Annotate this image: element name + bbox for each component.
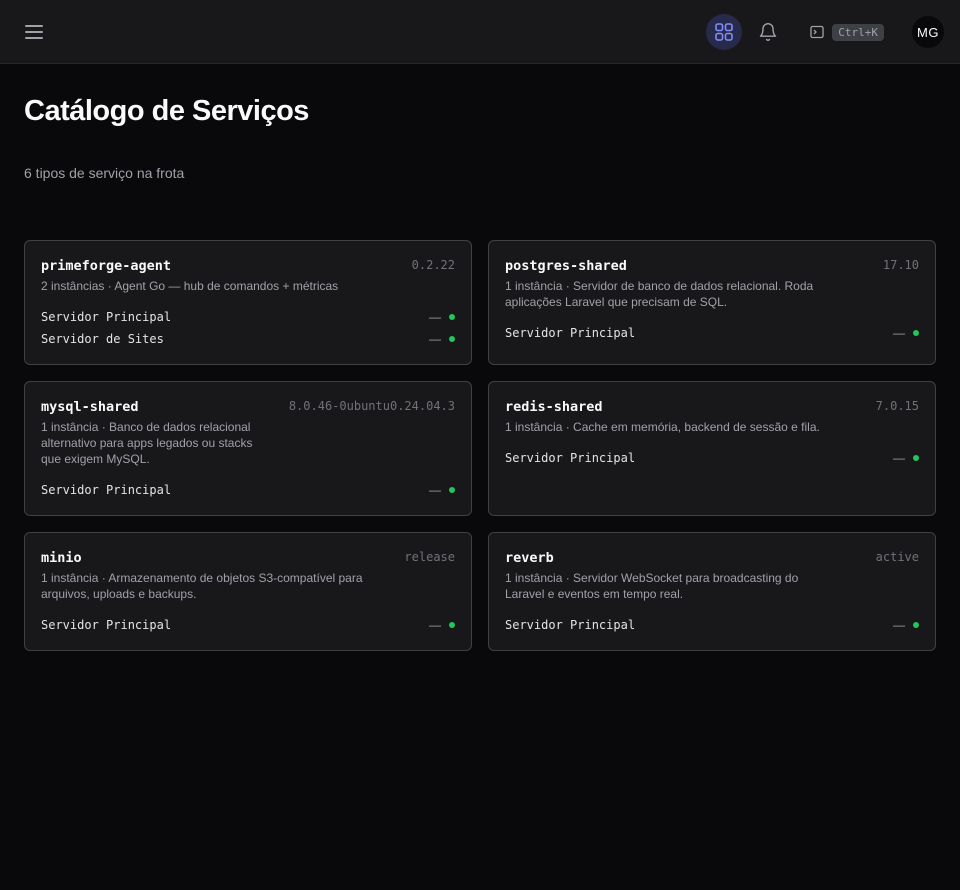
- server-name: Servidor Principal: [41, 483, 172, 497]
- services-grid: primeforge-agent 0.2.22 2 instâncias · A…: [24, 240, 936, 651]
- service-name: redis-shared: [505, 399, 603, 415]
- page-subtitle: 6 tipos de serviço na frota: [24, 165, 185, 181]
- service-name: reverb: [505, 550, 554, 566]
- server-status-text: —: [429, 332, 441, 346]
- apps-grid-button[interactable]: [706, 14, 743, 50]
- page-title: Catálogo de Serviços: [24, 95, 309, 127]
- service-name: postgres-shared: [505, 258, 627, 274]
- server-row: Servidor Principal —: [505, 322, 919, 344]
- server-row: Servidor Principal —: [41, 614, 455, 636]
- grid-icon: [715, 23, 734, 41]
- menu-icon[interactable]: [22, 20, 46, 44]
- server-row: Servidor de Sites —: [41, 328, 455, 350]
- service-description: 2 instâncias · Agent Go — hub de comando…: [41, 279, 339, 293]
- server-name: Servidor Principal: [41, 618, 172, 632]
- top-actions: Ctrl+K MG: [706, 14, 944, 50]
- server-status-text: —: [893, 451, 905, 465]
- server-status-text: —: [893, 618, 905, 632]
- service-description: 1 instância · Armazenamento de objetos S…: [41, 571, 363, 601]
- service-version: release: [404, 550, 455, 564]
- service-name: mysql-shared: [41, 399, 139, 415]
- status-dot-icon: [913, 330, 919, 336]
- service-card[interactable]: reverb active 1 instância · Servidor Web…: [488, 532, 936, 651]
- status-dot-icon: [449, 622, 455, 628]
- server-list: Servidor Principal —: [41, 614, 455, 636]
- user-avatar[interactable]: MG: [912, 16, 944, 48]
- service-name: minio: [41, 550, 82, 566]
- service-card[interactable]: primeforge-agent 0.2.22 2 instâncias · A…: [24, 240, 472, 365]
- notifications-button[interactable]: [750, 14, 786, 50]
- service-description: 1 instância · Cache em memória, backend …: [505, 420, 820, 434]
- service-card[interactable]: mysql-shared 8.0.46-0ubuntu0.24.04.3 1 i…: [24, 381, 472, 516]
- server-list: Servidor Principal — Servidor de Sites —: [41, 306, 455, 350]
- status-dot-icon: [913, 622, 919, 628]
- service-version: 8.0.46-0ubuntu0.24.04.3: [288, 399, 455, 413]
- server-list: Servidor Principal —: [505, 614, 919, 636]
- server-status: —: [429, 618, 455, 632]
- shortcut-kbd: Ctrl+K: [832, 23, 884, 41]
- terminal-icon: [810, 25, 824, 39]
- server-list: Servidor Principal —: [505, 322, 919, 344]
- service-description: 1 instância · Servidor WebSocket para br…: [505, 571, 799, 601]
- status-dot-icon: [913, 455, 919, 461]
- service-card[interactable]: redis-shared 7.0.15 1 instância · Cache …: [488, 381, 936, 516]
- server-status: —: [429, 483, 455, 497]
- server-row: Servidor Principal —: [505, 614, 919, 636]
- service-version: 17.10: [882, 258, 919, 272]
- server-list: Servidor Principal —: [505, 447, 919, 469]
- server-status: —: [893, 618, 919, 632]
- service-card[interactable]: postgres-shared 17.10 1 instância · Serv…: [488, 240, 936, 365]
- server-name: Servidor Principal: [505, 451, 636, 465]
- service-version: active: [875, 550, 919, 564]
- server-list: Servidor Principal —: [41, 479, 455, 501]
- bell-icon: [760, 23, 777, 42]
- server-name: Servidor de Sites: [41, 332, 164, 346]
- server-status-text: —: [429, 310, 441, 324]
- top-bar: Ctrl+K MG: [0, 0, 960, 64]
- server-status: —: [893, 451, 919, 465]
- server-name: Servidor Principal: [41, 310, 172, 324]
- service-version: 7.0.15: [875, 399, 919, 413]
- status-dot-icon: [449, 336, 455, 342]
- status-dot-icon: [449, 314, 455, 320]
- server-row: Servidor Principal —: [41, 306, 455, 328]
- status-dot-icon: [449, 487, 455, 493]
- service-description: 1 instância · Banco de dados relacional …: [41, 420, 253, 466]
- command-palette-button[interactable]: Ctrl+K: [810, 23, 884, 41]
- server-name: Servidor Principal: [505, 618, 636, 632]
- server-status: —: [429, 332, 455, 346]
- service-name: primeforge-agent: [41, 258, 172, 274]
- service-description: 1 instância · Servidor de banco de dados…: [505, 279, 814, 309]
- server-row: Servidor Principal —: [505, 447, 919, 469]
- server-status: —: [893, 326, 919, 340]
- server-status-text: —: [429, 618, 441, 632]
- server-name: Servidor Principal: [505, 326, 636, 340]
- server-status: —: [429, 310, 455, 324]
- service-version: 0.2.22: [411, 258, 455, 272]
- server-status-text: —: [893, 326, 905, 340]
- server-status-text: —: [429, 483, 441, 497]
- server-row: Servidor Principal —: [41, 479, 455, 501]
- service-card[interactable]: minio release 1 instância · Armazenament…: [24, 532, 472, 651]
